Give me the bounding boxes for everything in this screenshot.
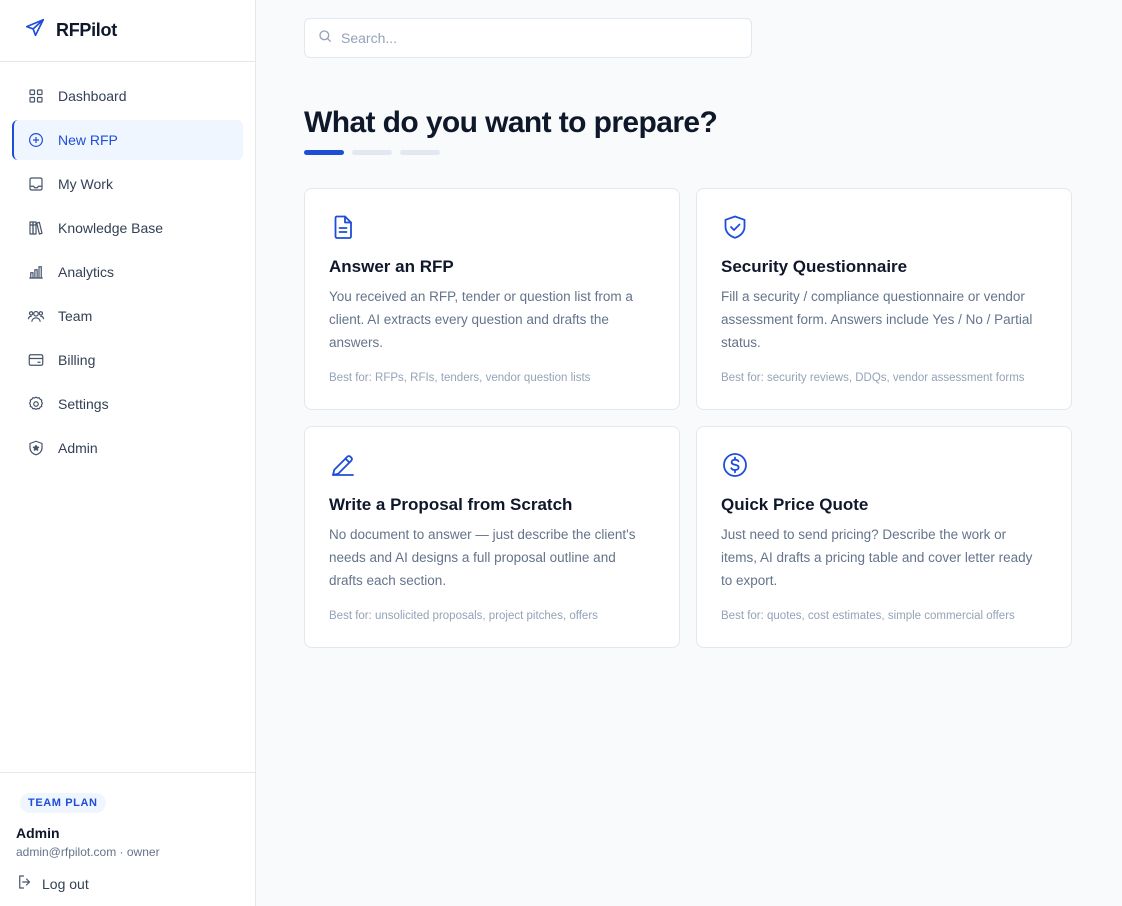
card-title: Security Questionnaire [721,257,908,276]
sidebar-item-new-rfp[interactable]: New RFP [12,120,243,160]
user-name: Admin [16,825,60,841]
sidebar-item-label: Knowledge Base [58,220,164,236]
bar-chart-icon [26,262,46,282]
card-best-for: Best for: security reviews, DDQs, vendor… [721,372,1025,384]
card-title: Quick Price Quote [721,495,869,514]
inbox-icon [26,174,46,194]
sidebar-item-label: My Work [58,176,113,192]
main-content: What do you want to prepare? Answer an R… [257,0,1122,906]
card-best-for: Best for: quotes, cost estimates, simple… [721,610,1015,622]
step-3 [400,150,440,155]
option-cards: Answer an RFP You received an RFP, tende… [304,188,1072,648]
brand[interactable]: RFPilot [0,0,255,62]
sidebar-item-my-work[interactable]: My Work [12,164,243,204]
page-title: What do you want to prepare? [304,106,718,139]
sidebar-item-label: Team [58,308,93,324]
gear-icon [26,394,46,414]
sidebar-item-label: Admin [58,440,98,456]
sidebar-item-label: Dashboard [58,88,127,104]
plus-circle-icon [26,130,46,150]
sidebar-footer: TEAM PLAN Admin admin@rfpilot.com · owne… [0,772,255,906]
card-best-for: Best for: unsolicited proposals, project… [329,610,598,622]
sidebar-item-team[interactable]: Team [12,296,243,336]
logout-icon [16,873,34,894]
step-2 [352,150,392,155]
card-quick-price-quote[interactable]: Quick Price Quote Just need to send pric… [696,426,1072,648]
card-title: Answer an RFP [329,257,454,276]
document-icon [329,213,357,241]
sidebar-item-label: Analytics [58,264,115,280]
card-description: No document to answer — just describe th… [329,527,636,588]
card-description: Fill a security / compliance questionnai… [721,289,1033,350]
paper-plane-icon [24,17,46,44]
grid-icon [26,86,46,106]
sidebar-item-analytics[interactable]: Analytics [12,252,243,292]
sidebar-item-settings[interactable]: Settings [12,384,243,424]
sidebar-item-dashboard[interactable]: Dashboard [12,76,243,116]
sidebar-item-label: Billing [58,352,96,368]
step-indicator [304,150,448,155]
sidebar-item-billing[interactable]: Billing [12,340,243,380]
plan-badge: TEAM PLAN [20,793,106,813]
card-best-for: Best for: RFPs, RFIs, tenders, vendor qu… [329,372,591,384]
sidebar-item-knowledge-base[interactable]: Knowledge Base [12,208,243,248]
dollar-circle-icon [721,451,749,479]
card-security-questionnaire[interactable]: Security Questionnaire Fill a security /… [696,188,1072,410]
brand-name: RFPilot [56,20,117,40]
card-description: Just need to send pricing? Describe the … [721,527,1033,588]
sidebar-item-label: Settings [58,396,109,412]
search-icon [317,28,333,49]
sidebar-nav: Dashboard New RFP My Work Knowledge Base… [0,62,255,468]
sidebar-item-label: New RFP [58,132,118,148]
shield-star-icon [26,438,46,458]
sidebar: RFPilot Dashboard New RFP My Work Knowle… [0,0,256,906]
credit-card-icon [26,350,46,370]
card-answer-rfp[interactable]: Answer an RFP You received an RFP, tende… [304,188,680,410]
step-1 [304,150,344,155]
logout-label: Log out [42,875,89,892]
sidebar-item-admin[interactable]: Admin [12,428,243,468]
users-icon [26,306,46,326]
pencil-icon [329,451,357,479]
logout-button[interactable]: Log out [16,873,239,894]
card-description: You received an RFP, tender or question … [329,289,633,350]
card-title: Write a Proposal from Scratch [329,495,573,514]
user-email: admin@rfpilot.com · owner [16,845,160,859]
books-icon [26,218,46,238]
search-input[interactable] [341,30,721,46]
search-box[interactable] [304,18,752,58]
card-write-proposal[interactable]: Write a Proposal from Scratch No documen… [304,426,680,648]
shield-check-icon [721,213,749,241]
